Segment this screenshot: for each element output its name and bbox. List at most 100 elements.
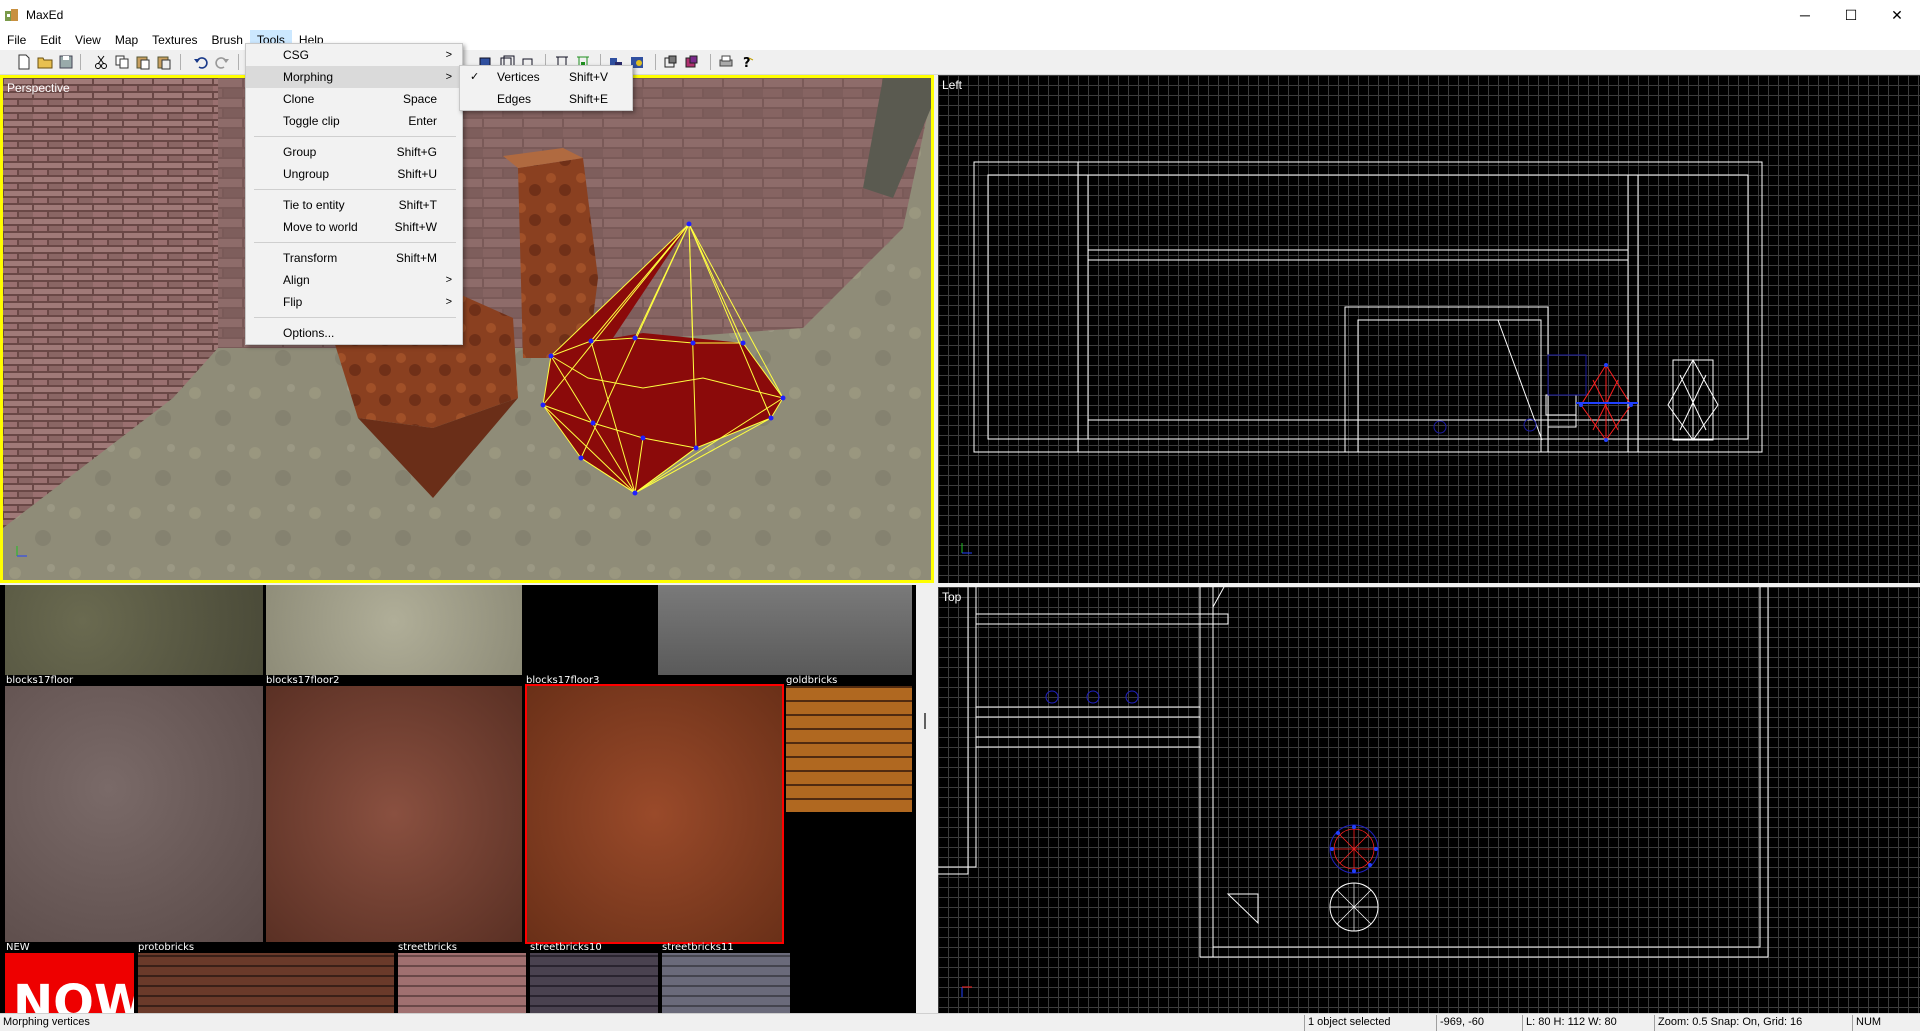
- menu-item-tie-to-entity[interactable]: Tie to entity Shift+T: [246, 194, 462, 216]
- menu-item-shortcut: Shift+M: [395, 251, 437, 265]
- menu-item-shortcut: Shift+E: [568, 92, 608, 106]
- menu-item-label: Morphing: [283, 70, 334, 84]
- menu-item-label: Edges: [497, 92, 532, 106]
- menu-item-label: Align: [283, 273, 310, 287]
- menu-item-ungroup[interactable]: Ungroup Shift+U: [246, 163, 462, 185]
- vertical-splitter[interactable]: [934, 75, 938, 1013]
- menu-edit[interactable]: Edit: [33, 30, 68, 50]
- texture-label: blocks17floor: [6, 675, 74, 686]
- menu-item-shortcut: Shift+G: [396, 145, 437, 159]
- menu-item-label: Tie to entity: [283, 198, 345, 212]
- texture-tile-blocks17floor2[interactable]: [266, 686, 522, 942]
- menu-item-options[interactable]: Options...: [246, 322, 462, 344]
- menu-item-shortcut: Enter: [408, 114, 437, 128]
- menu-item-label: Toggle clip: [283, 114, 340, 128]
- menu-item-label: CSG: [283, 48, 310, 62]
- texture-label: protobricks: [138, 942, 195, 953]
- close-button[interactable]: ✕: [1874, 0, 1920, 30]
- left-view-wireframe: [961, 161, 1763, 554]
- title-bar: MaxEd ─ ☐ ✕: [0, 0, 1920, 30]
- maximize-button[interactable]: ☐: [1828, 0, 1874, 30]
- texture-tile[interactable]: [658, 585, 912, 675]
- menu-item-toggle-clip[interactable]: Toggle clip Enter: [246, 110, 462, 132]
- texture-label: NEW: [6, 942, 30, 953]
- menu-item-csg[interactable]: CSG >: [246, 44, 462, 66]
- paste-special-icon[interactable]: [155, 53, 173, 71]
- csg-merge-icon[interactable]: [683, 53, 701, 71]
- undo-icon[interactable]: [192, 53, 210, 71]
- menu-separator: [254, 189, 456, 190]
- texture-tile-goldbricks[interactable]: [786, 686, 912, 812]
- morphing-submenu: ✓ Vertices Shift+V Edges Shift+E: [459, 65, 633, 111]
- save-icon[interactable]: [57, 53, 75, 71]
- texture-tile-protobricks[interactable]: [138, 953, 394, 1015]
- menu-view[interactable]: View: [68, 30, 108, 50]
- scrollbar-thumb[interactable]: [924, 713, 926, 729]
- texture-tile[interactable]: [5, 585, 263, 675]
- window-title: MaxEd: [26, 8, 64, 22]
- menu-file[interactable]: File: [0, 30, 33, 50]
- menu-brush[interactable]: Brush: [205, 30, 250, 50]
- menu-item-vertices[interactable]: ✓ Vertices Shift+V: [460, 66, 632, 88]
- texture-scrollbar[interactable]: [916, 585, 934, 1015]
- submenu-arrow-icon: >: [445, 296, 452, 308]
- print-icon[interactable]: [717, 53, 735, 71]
- left-viewport[interactable]: Left: [938, 75, 1920, 583]
- new-file-icon[interactable]: [15, 53, 33, 71]
- app-icon: [5, 9, 18, 21]
- copy-icon[interactable]: [113, 53, 131, 71]
- menu-item-label: Ungroup: [283, 167, 330, 181]
- texture-tile-streetbricks[interactable]: [398, 953, 526, 1015]
- texture-tile-new[interactable]: NOW: [5, 953, 134, 1015]
- redo-icon[interactable]: [213, 53, 231, 71]
- horizontal-splitter-left[interactable]: [0, 583, 934, 585]
- menu-item-label: Group: [283, 145, 317, 159]
- texture-browser[interactable]: blocks17floor blocks17floor2 blocks17flo…: [0, 585, 916, 1015]
- perspective-viewport[interactable]: Perspective: [0, 75, 934, 583]
- new-texture-text: NOW: [13, 975, 134, 1015]
- menu-item-shortcut: Space: [402, 92, 437, 106]
- status-zoom-snap: Zoom: 0.5 Snap: On, Grid: 16: [1654, 1015, 1850, 1031]
- menu-separator: [254, 317, 456, 318]
- menu-map[interactable]: Map: [108, 30, 145, 50]
- menu-item-shortcut: Shift+V: [568, 70, 608, 84]
- texture-tile-blocks17floor3[interactable]: [525, 684, 784, 944]
- menu-item-move-to-world[interactable]: Move to world Shift+W: [246, 216, 462, 238]
- texture-tile-blocks17floor[interactable]: [5, 686, 263, 942]
- maxed-window: MaxEd ─ ☐ ✕ File Edit View Map Textures …: [0, 0, 1920, 1031]
- menu-separator: [254, 136, 456, 137]
- status-coords: -969, -60: [1436, 1015, 1520, 1031]
- menu-item-group[interactable]: Group Shift+G: [246, 141, 462, 163]
- top-view-wireframe: [938, 587, 1769, 997]
- status-bar: Morphing vertices 1 object selected -969…: [0, 1013, 1920, 1031]
- minimize-button[interactable]: ─: [1782, 0, 1828, 30]
- status-dimensions: L: 80 H: 112 W: 80: [1522, 1015, 1652, 1031]
- texture-tile[interactable]: [266, 585, 522, 675]
- texture-label: goldbricks: [786, 675, 838, 686]
- help-icon[interactable]: ?: [738, 53, 756, 71]
- texture-label: blocks17floor2: [266, 675, 340, 686]
- viewport-label-perspective: Perspective: [7, 81, 70, 95]
- menu-item-transform[interactable]: Transform Shift+M: [246, 247, 462, 269]
- submenu-arrow-icon: >: [445, 71, 452, 83]
- menu-item-clone[interactable]: Clone Space: [246, 88, 462, 110]
- cut-icon[interactable]: [92, 53, 110, 71]
- csg-subtract-icon[interactable]: [662, 53, 680, 71]
- horizontal-splitter-right[interactable]: [938, 583, 1920, 587]
- texture-tile-streetbricks11[interactable]: [662, 953, 790, 1015]
- menu-item-align[interactable]: Align >: [246, 269, 462, 291]
- status-num-lock: NUM: [1852, 1015, 1912, 1031]
- viewport-label-left: Left: [942, 78, 963, 92]
- menu-item-flip[interactable]: Flip >: [246, 291, 462, 313]
- menu-item-morphing[interactable]: Morphing >: [246, 66, 462, 88]
- menu-item-shortcut: Shift+U: [397, 167, 437, 181]
- paste-icon[interactable]: [134, 53, 152, 71]
- top-viewport[interactable]: Top: [938, 587, 1920, 1013]
- menu-item-shortcut: Shift+W: [394, 220, 437, 234]
- texture-label: streetbricks: [398, 942, 457, 953]
- texture-tile-streetbricks10[interactable]: [530, 953, 658, 1015]
- menu-item-edges[interactable]: Edges Shift+E: [460, 88, 632, 110]
- open-folder-icon[interactable]: [36, 53, 54, 71]
- submenu-arrow-icon: >: [445, 274, 452, 286]
- menu-textures[interactable]: Textures: [145, 30, 204, 50]
